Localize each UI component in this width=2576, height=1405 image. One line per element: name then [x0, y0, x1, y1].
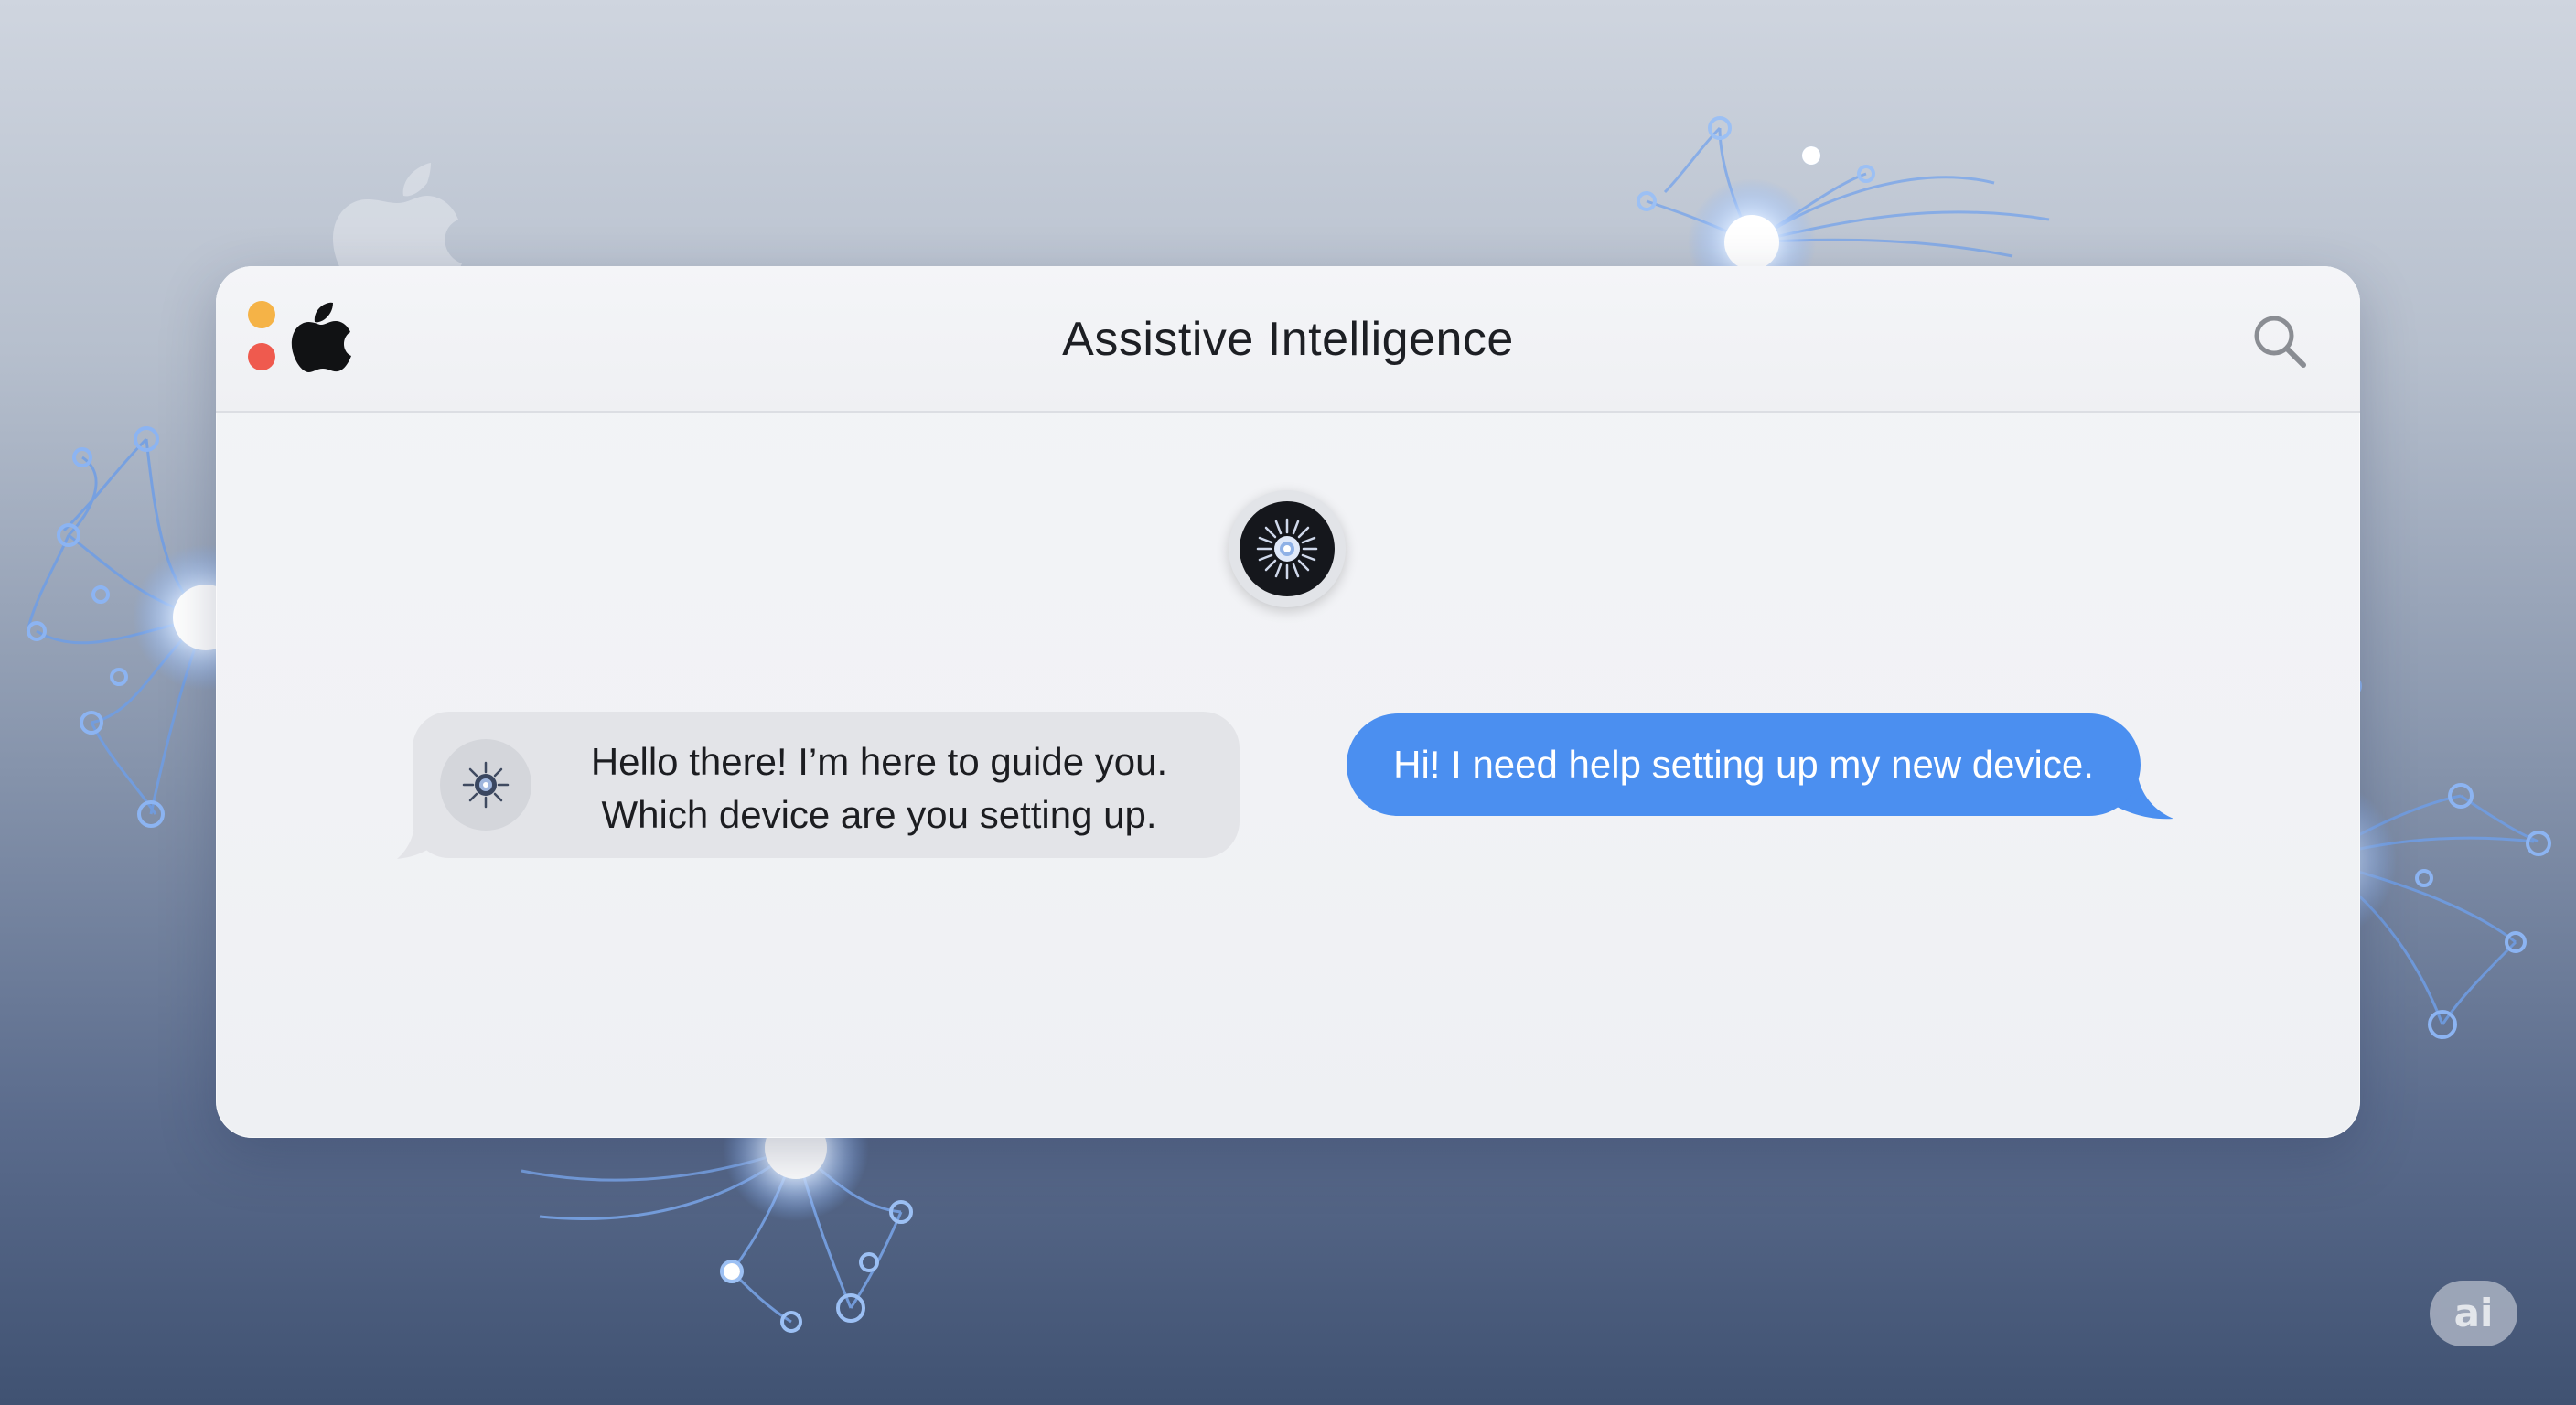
assistant-message-line: Which device are you setting up. — [601, 793, 1157, 836]
assistant-message-text: Hello there! I’m here to guide you. Whic… — [550, 735, 1208, 842]
neural-network-decoration-top — [1637, 116, 2050, 284]
search-icon[interactable] — [2250, 312, 2309, 370]
assistant-window: Assistive Intelligence Hello there! I’m … — [216, 266, 2360, 1138]
assistant-mini-avatar — [440, 739, 531, 831]
assistant-spark-icon — [1256, 518, 1318, 580]
window-title: Assistive Intelligence — [1062, 313, 1514, 366]
apple-logo-background-icon — [332, 163, 462, 284]
title-bar: Assistive Intelligence — [216, 266, 2360, 413]
user-message-bubble[interactable]: Hi! I need help setting up my new device… — [1347, 713, 2141, 816]
neural-network-decoration-left — [26, 426, 238, 828]
chat-area: Hello there! I’m here to guide you. Whic… — [216, 413, 2360, 1138]
assistant-message-bubble: Hello there! I’m here to guide you. Whic… — [413, 712, 1240, 858]
user-message-text: Hi! I need help setting up my new device… — [1393, 743, 2094, 786]
assistant-avatar — [1229, 490, 1346, 607]
ai-badge: ai — [2430, 1281, 2517, 1346]
assistant-spark-icon — [462, 761, 510, 809]
assistant-message-line: Hello there! I’m here to guide you. — [590, 740, 1168, 783]
